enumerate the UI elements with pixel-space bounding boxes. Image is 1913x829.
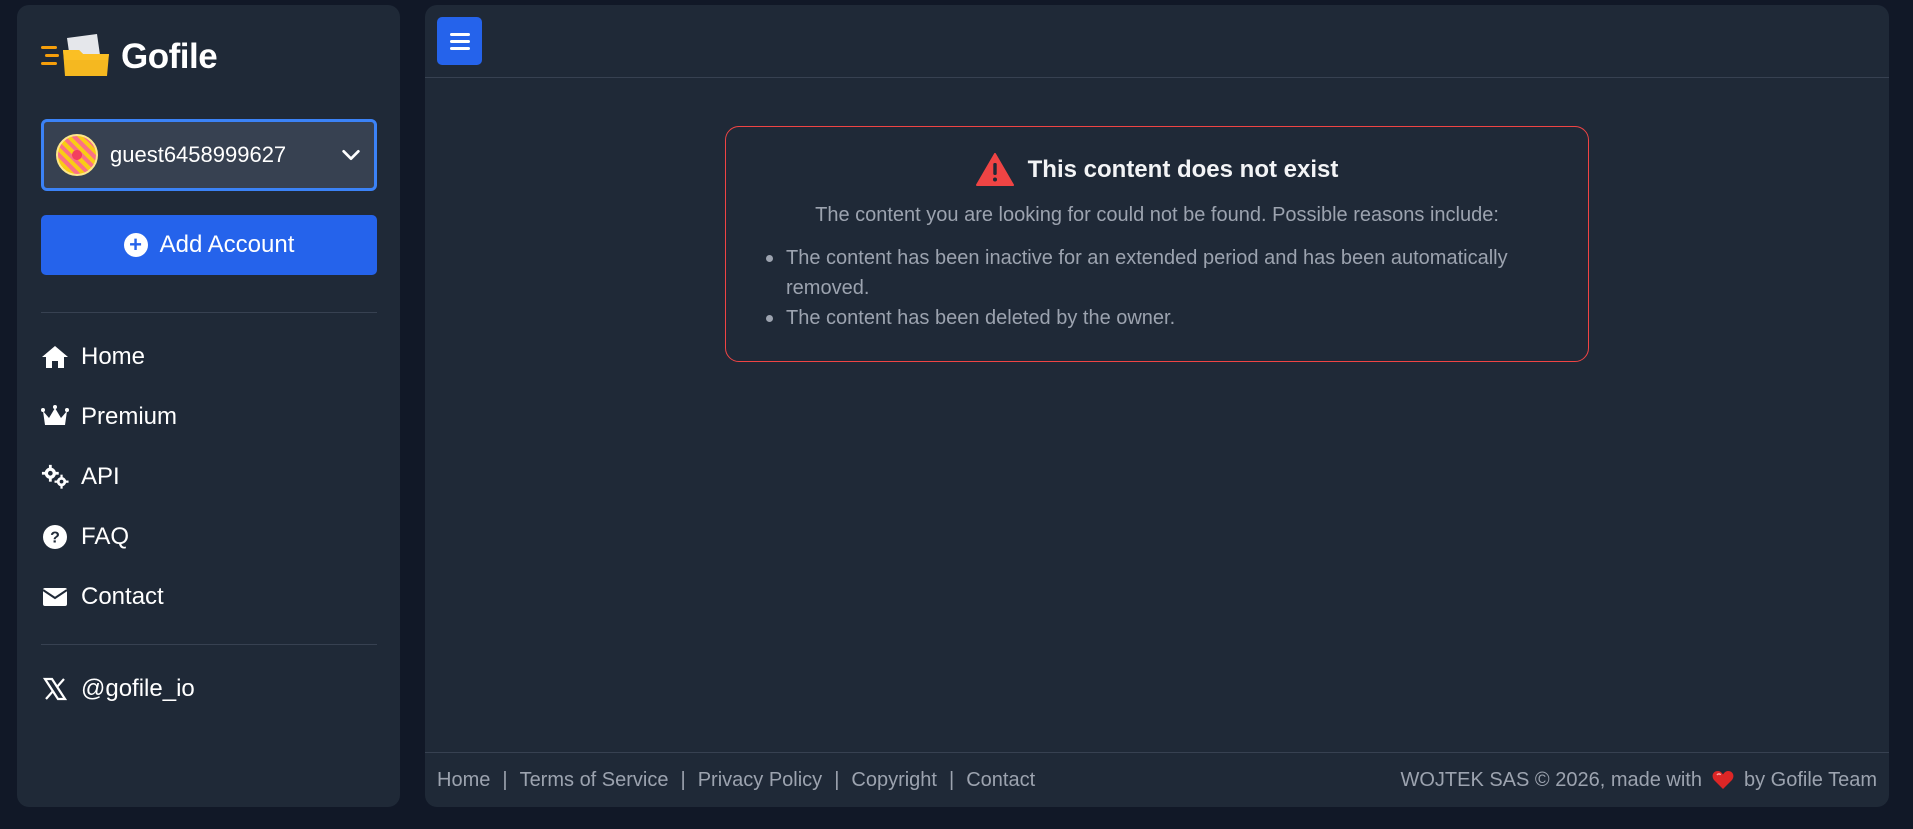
social-link-x[interactable]: @gofile_io (41, 659, 376, 719)
error-alert: This content does not exist The content … (725, 126, 1589, 362)
gears-icon (41, 463, 69, 491)
account-select[interactable]: guest6458999627 (41, 119, 377, 191)
gofile-logo-icon (41, 34, 109, 76)
sidebar-item-label: Premium (81, 403, 178, 430)
avatar (56, 134, 98, 176)
sidebar-item-label: API (81, 463, 120, 490)
sidebar: Gofile guest6458999627 + Add Account Hom… (17, 5, 400, 807)
footer: Home | Terms of Service | Privacy Policy… (425, 752, 1889, 807)
footer-separator: | (502, 768, 508, 791)
account-username: guest6458999627 (110, 142, 287, 167)
home-icon (41, 343, 69, 371)
heart-icon (1712, 771, 1734, 789)
footer-link-copyright[interactable]: Copyright (851, 769, 937, 792)
footer-link-privacy[interactable]: Privacy Policy (698, 769, 822, 792)
footer-link-terms[interactable]: Terms of Service (520, 769, 669, 792)
add-account-button[interactable]: + Add Account (41, 215, 377, 275)
sidebar-item-contact[interactable]: Contact (41, 567, 376, 627)
list-item: The content has been deleted by the owne… (766, 303, 1558, 333)
footer-link-contact[interactable]: Contact (966, 769, 1035, 792)
top-bar (425, 5, 1889, 78)
menu-toggle-button[interactable] (437, 17, 482, 65)
hamburger-icon (449, 39, 470, 43)
footer-link-home[interactable]: Home (437, 769, 490, 792)
sidebar-item-label: Home (81, 343, 146, 370)
x-twitter-icon (41, 675, 69, 703)
sidebar-item-premium[interactable]: Premium (41, 387, 376, 447)
chevron-down-icon (342, 149, 360, 161)
error-reasons-list: The content has been inactive for an ext… (756, 243, 1558, 333)
list-item: The content has been inactive for an ext… (766, 243, 1558, 303)
svg-text:?: ? (50, 530, 60, 547)
divider (41, 644, 377, 645)
footer-links: Home | Terms of Service | Privacy Policy… (437, 769, 1035, 792)
add-account-label: Add Account (159, 231, 295, 258)
sidebar-item-home[interactable]: Home (41, 327, 376, 387)
sidebar-item-api[interactable]: API (41, 447, 376, 507)
footer-copyright: WOJTEK SAS © 2026, made with by Gofile T… (1400, 769, 1877, 792)
logo[interactable]: Gofile (41, 32, 376, 82)
app-name: Gofile (121, 37, 218, 76)
hamburger-icon (449, 32, 470, 36)
error-description: The content you are looking for could no… (815, 204, 1499, 226)
divider (41, 312, 377, 313)
sidebar-item-label: Contact (81, 583, 164, 610)
envelope-icon (41, 583, 69, 611)
question-circle-icon: ? (41, 523, 69, 551)
warning-triangle-icon (975, 153, 1014, 186)
sidebar-item-faq[interactable]: ? FAQ (41, 507, 376, 567)
footer-separator: | (680, 768, 686, 791)
copyright-prefix: WOJTEK SAS © 2026, made with (1400, 768, 1702, 791)
crown-icon (41, 403, 69, 431)
error-title: This content does not exist (1027, 155, 1339, 183)
hamburger-icon (449, 46, 470, 50)
footer-separator: | (949, 768, 955, 791)
footer-separator: | (834, 768, 840, 791)
main-panel: This content does not exist The content … (425, 5, 1889, 807)
social-label: @gofile_io (81, 675, 195, 702)
plus-circle-icon: + (123, 233, 148, 257)
error-title-row: This content does not exist (756, 153, 1558, 186)
copyright-suffix: by Gofile Team (1743, 768, 1877, 791)
sidebar-item-label: FAQ (81, 523, 130, 550)
